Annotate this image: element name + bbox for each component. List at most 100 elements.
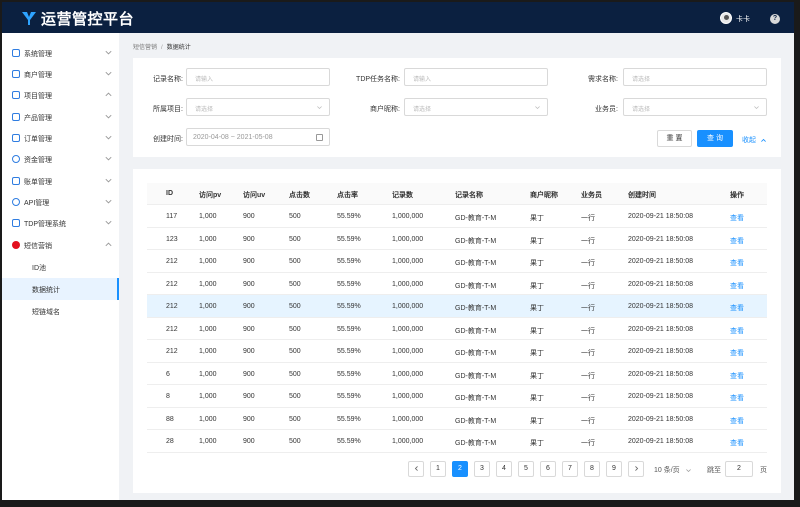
table-row: 117 1,000 900 500 55.59% 1,000,000 GD-教育-T-M 果丁…: [147, 205, 767, 228]
table-cell: 1,000: [199, 258, 217, 265]
record-name-label: 记录名称:: [153, 76, 183, 83]
page-button[interactable]: 1: [430, 461, 446, 477]
prev-page-button[interactable]: [408, 461, 424, 477]
table-cell: 500: [289, 415, 301, 423]
view-link[interactable]: 查看: [730, 236, 744, 246]
sidebar-item-label: 订单管理: [24, 136, 52, 143]
placeholder: 请输入: [195, 77, 214, 83]
view-link[interactable]: 查看: [730, 281, 744, 291]
sidebar-item-sms-marketing[interactable]: 短信营销: [2, 235, 119, 256]
sidebar-item-bill[interactable]: 账单管理: [2, 171, 119, 192]
sidebar-item-merchant[interactable]: 商户管理: [2, 64, 119, 85]
column-header: 业务员: [581, 192, 602, 199]
sidebar-subitem-short-domain[interactable]: 短链域名: [2, 300, 119, 322]
page-button[interactable]: 5: [518, 461, 534, 477]
sidebar-item-api[interactable]: API管理: [2, 192, 119, 213]
table-row: 212 1,000 900 500 55.59% 1,000,000 GD-教育-T-M 果丁…: [147, 295, 767, 318]
table-cell: 900: [243, 325, 255, 333]
salesman-select[interactable]: 请选择: [623, 98, 767, 116]
page-button[interactable]: 7: [562, 461, 578, 477]
app-window: 运营管控平台 卡卡 ? 系统管理 商户管理 项目管理 产品管理 订单管理 资金管…: [2, 2, 794, 500]
table-cell: 900: [243, 235, 255, 243]
salesman-label: 业务员:: [595, 106, 618, 113]
column-header: 访问uv: [243, 192, 266, 199]
table-cell: 果丁: [530, 417, 544, 425]
table-cell: 一行: [581, 327, 595, 335]
page-size-select[interactable]: 10 条/页: [654, 465, 692, 475]
table-row: 212 1,000 900 500 55.59% 1,000,000 GD-教育-T-M 果丁…: [147, 318, 767, 340]
page-button[interactable]: 3: [474, 461, 490, 477]
sidebar-item-project[interactable]: 项目管理: [2, 85, 119, 106]
view-link[interactable]: 查看: [730, 438, 744, 448]
sidebar-item-product[interactable]: 产品管理: [2, 107, 119, 128]
view-link[interactable]: 查看: [730, 393, 744, 403]
view-link[interactable]: 查看: [730, 303, 744, 313]
table-cell: 1,000: [199, 348, 217, 355]
sidebar-item-funds[interactable]: 资金管理: [2, 149, 119, 170]
view-link[interactable]: 查看: [730, 258, 744, 268]
project-select[interactable]: 请选择: [186, 98, 330, 116]
chevron-down-icon: [105, 114, 112, 119]
table-cell: 2020-09-21 18:50:08: [628, 303, 693, 310]
table-cell: GD-教育-T-M: [455, 327, 497, 335]
table-row: 123 1,000 900 500 55.59% 1,000,000 GD-教育-T-M 果丁…: [147, 228, 767, 250]
table-cell: 500: [289, 235, 301, 243]
table-cell: 55.59%: [337, 370, 361, 378]
demand-name-select[interactable]: 请选择: [623, 68, 767, 86]
chevron-down-icon: [105, 50, 112, 55]
table-cell: 28: [166, 438, 174, 445]
date-range-value: 2020-04-08 ~ 2021-05-08: [193, 134, 273, 141]
collapse-link[interactable]: 收起: [742, 135, 767, 145]
query-button[interactable]: 查 询: [697, 130, 733, 147]
sidebar-item-order[interactable]: 订单管理: [2, 128, 119, 149]
table-row: 88 1,000 900 500 55.59% 1,000,000 GD-教育-T-M 果丁 一…: [147, 408, 767, 430]
table-cell: 500: [289, 325, 301, 333]
view-link[interactable]: 查看: [730, 213, 744, 223]
sidebar-item-label: 项目管理: [24, 93, 52, 100]
reset-button[interactable]: 重 置: [657, 130, 692, 147]
table-cell: 1,000: [199, 415, 217, 423]
view-link[interactable]: 查看: [730, 348, 744, 358]
page-button[interactable]: 6: [540, 461, 556, 477]
table-cell: 果丁: [530, 350, 544, 357]
table-cell: GD-教育-T-M: [455, 417, 497, 425]
username[interactable]: 卡卡: [736, 14, 750, 24]
table-cell: 55.59%: [337, 415, 361, 423]
table-cell: 55.59%: [337, 438, 361, 445]
sidebar-subitem-id-pool[interactable]: ID池: [2, 256, 119, 278]
breadcrumb-parent[interactable]: 短信营销: [133, 45, 157, 51]
view-link[interactable]: 查看: [730, 416, 744, 426]
page-button[interactable]: 8: [584, 461, 600, 477]
placeholder: 请选择: [632, 107, 651, 113]
record-name-input[interactable]: 请输入: [186, 68, 330, 86]
page-button[interactable]: 2: [452, 461, 468, 477]
table-cell: 果丁: [530, 215, 544, 222]
avatar[interactable]: [720, 12, 732, 24]
table-cell: 1,000: [199, 303, 217, 310]
chevron-down-icon: [105, 178, 112, 183]
view-link[interactable]: 查看: [730, 371, 744, 381]
table-cell: 2020-09-21 18:50:08: [628, 235, 693, 243]
sidebar-subitem-data-stats[interactable]: 数据统计: [2, 278, 119, 300]
sidebar-item-label: 短信营销: [24, 243, 52, 250]
next-page-button[interactable]: [628, 461, 644, 477]
project-label: 所属项目:: [153, 106, 183, 113]
table-cell: 一行: [581, 372, 595, 380]
help-icon[interactable]: ?: [770, 14, 780, 24]
table-row: 212 1,000 900 500 55.59% 1,000,000 GD-教育-T-M 果丁…: [147, 250, 767, 273]
table-cell: 果丁: [530, 395, 544, 402]
table-cell: 一行: [581, 350, 595, 357]
table-cell: 一行: [581, 305, 595, 312]
sidebar-item-tdp[interactable]: TDP管理系统: [2, 213, 119, 234]
view-link[interactable]: 查看: [730, 326, 744, 336]
sidebar-item-system[interactable]: 系统管理: [2, 43, 119, 64]
page-jump-input[interactable]: 2: [725, 461, 753, 477]
tdp-task-name-input[interactable]: 请输入: [404, 68, 548, 86]
merchant-select[interactable]: 请选择: [404, 98, 548, 116]
table-cell: 1,000: [199, 213, 217, 220]
chevron-down-icon: [105, 220, 112, 225]
table-cell: 一行: [581, 215, 595, 222]
page-button[interactable]: 4: [496, 461, 512, 477]
date-range-picker[interactable]: 2020-04-08 ~ 2021-05-08: [186, 128, 330, 146]
page-button[interactable]: 9: [606, 461, 622, 477]
